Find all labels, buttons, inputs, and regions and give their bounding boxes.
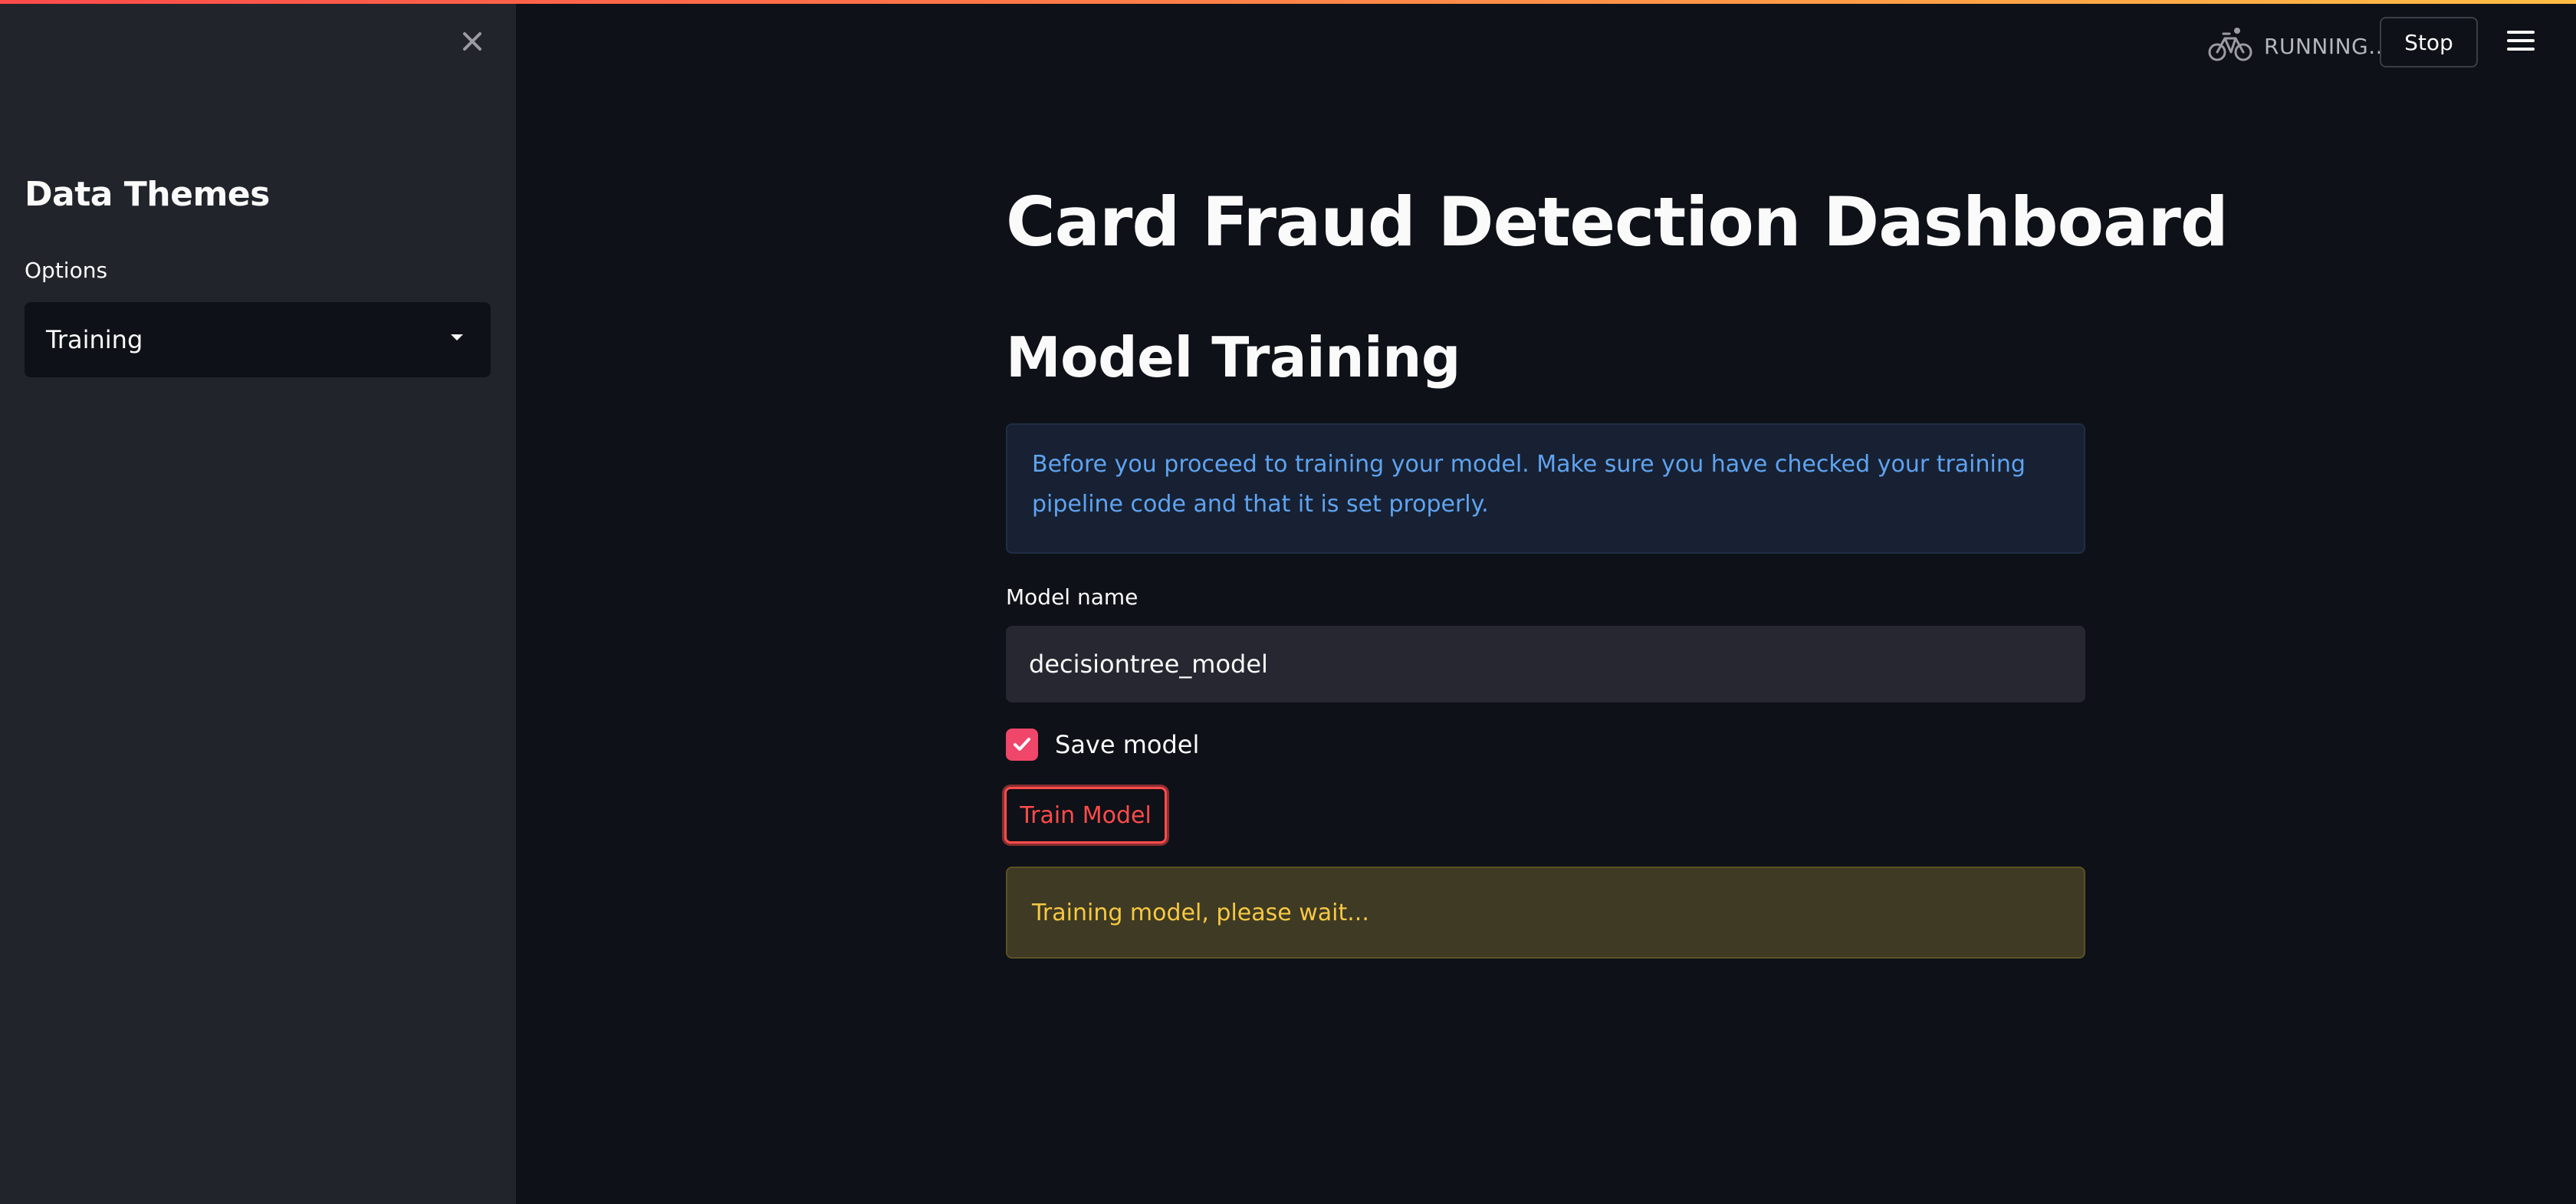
page-title: Card Fraud Detection Dashboard [1006, 183, 2229, 262]
hamburger-menu-icon[interactable] [2507, 31, 2535, 54]
save-model-checkbox[interactable] [1006, 729, 1038, 761]
save-model-label: Save model [1055, 730, 1200, 759]
caret-down-icon [451, 334, 463, 340]
sidebar-title: Data Themes [25, 175, 270, 214]
check-icon [1014, 738, 1030, 751]
model-name-label: Model name [1006, 584, 1138, 610]
close-icon[interactable] [457, 26, 488, 57]
train-model-button[interactable]: Train Model [1004, 787, 1167, 844]
options-select[interactable]: Training [25, 302, 491, 377]
stop-button[interactable]: Stop [2380, 17, 2478, 67]
options-select-value: Training [46, 325, 143, 354]
warning-alert-text: Training model, please wait... [1032, 899, 1369, 926]
running-status: RUNNING... [2264, 34, 2390, 59]
save-model-checkbox-row[interactable]: Save model [1006, 729, 1199, 761]
warning-alert: Training model, please wait... [1006, 867, 2085, 959]
top-progress-decoration [0, 0, 2576, 4]
info-alert: Before you proceed to training your mode… [1006, 423, 2085, 554]
info-alert-text: Before you proceed to training your mode… [1032, 451, 2026, 518]
sidebar: Data Themes Options Training [0, 0, 516, 1204]
bicycle-icon [2208, 28, 2252, 61]
section-title: Model Training [1006, 325, 1460, 390]
options-label: Options [25, 258, 108, 283]
model-name-input[interactable] [1006, 626, 2085, 702]
